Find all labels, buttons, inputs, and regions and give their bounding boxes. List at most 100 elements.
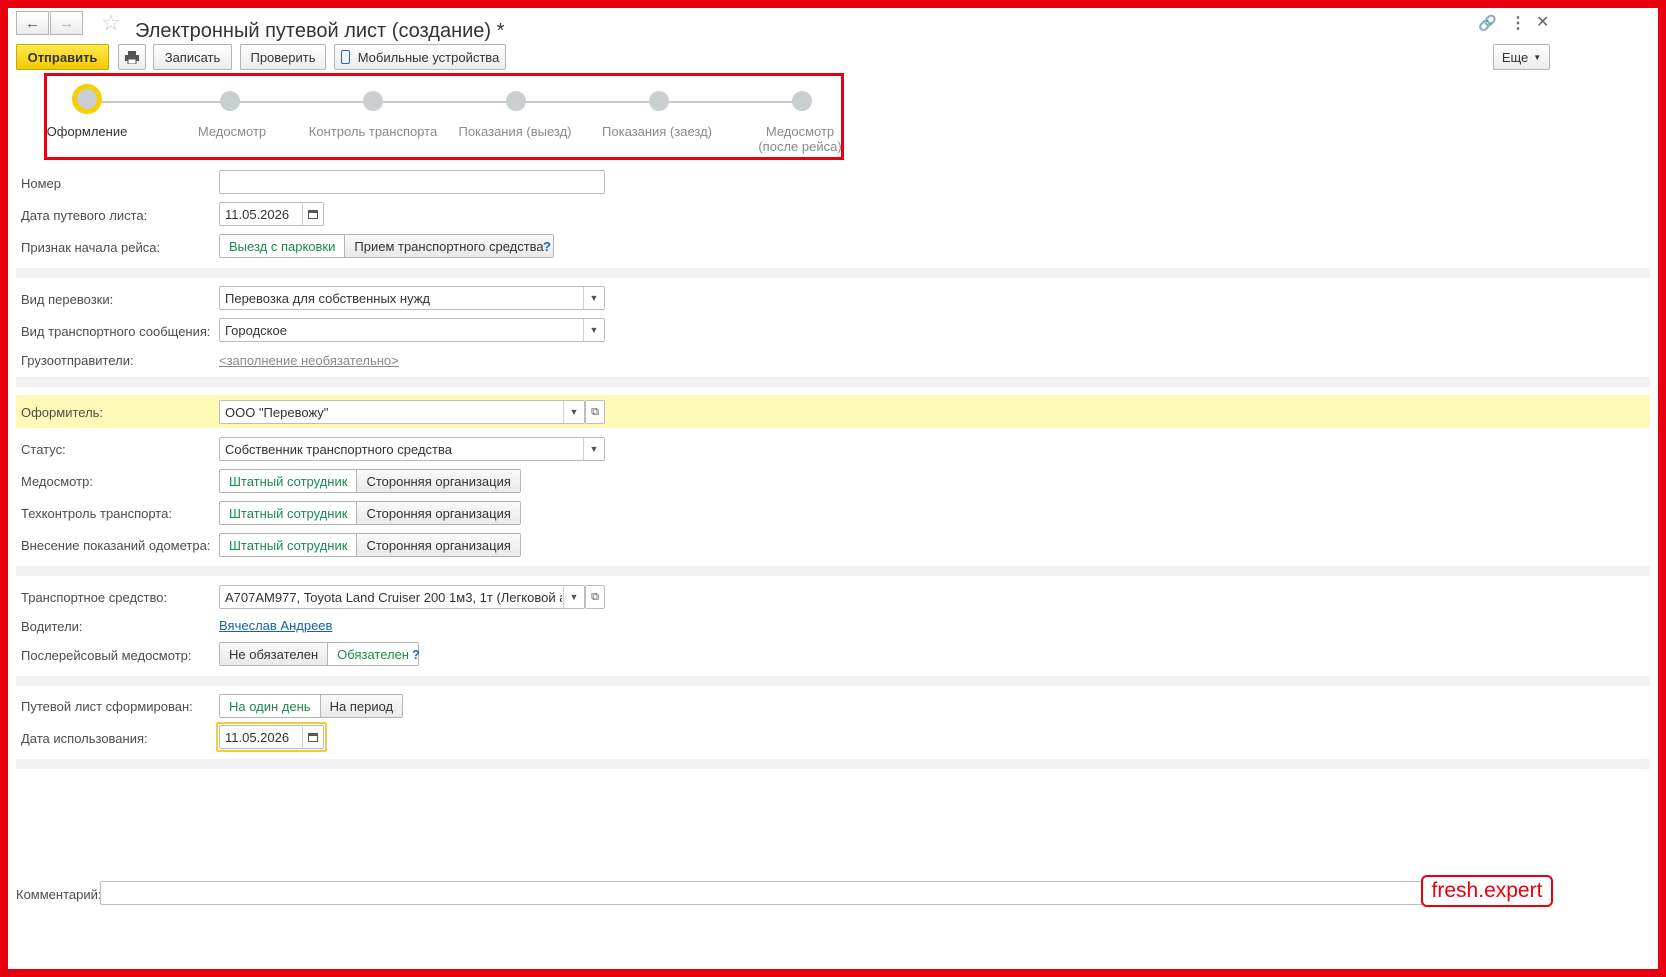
transport-kind-label: Вид транспортного сообщения: (21, 324, 211, 339)
tech-control-toggle: Штатный сотрудник Сторонняя организация (219, 501, 521, 525)
transport-type-label: Вид перевозки: (21, 292, 114, 307)
transport-kind-select[interactable]: Городское ▼ (219, 318, 605, 342)
stage-label-5[interactable]: Показания (заезд) (582, 124, 732, 139)
arrow-right-icon: → (59, 14, 74, 32)
stage-dot-3 (363, 91, 383, 111)
stage-label-1[interactable]: Оформление (12, 124, 162, 139)
stage-label-2[interactable]: Медосмотр (157, 124, 307, 139)
comment-input[interactable] (100, 881, 1550, 905)
favorite-star-icon[interactable]: ☆ (101, 10, 121, 36)
chevron-down-icon[interactable]: ▼ (583, 319, 604, 341)
issuer-value: ООО "Перевожу" (225, 404, 329, 420)
close-icon[interactable]: ✕ (1536, 12, 1549, 32)
mobile-devices-button[interactable]: Мобильные устройства (334, 44, 506, 70)
formed-option-one-day[interactable]: На один день (220, 695, 321, 717)
status-value: Собственник транспортного средства (225, 441, 452, 457)
shippers-link[interactable]: <заполнение необязательно> (219, 353, 399, 368)
medical-option-staff[interactable]: Штатный сотрудник (220, 470, 358, 492)
tech-control-option-external[interactable]: Сторонняя организация (357, 502, 520, 524)
section-separator (16, 377, 1650, 387)
section-separator (16, 268, 1650, 278)
post-medical-option-required[interactable]: Обязателен (328, 643, 418, 665)
more-label: Еще (1501, 49, 1529, 65)
chevron-down-icon[interactable]: ▼ (583, 287, 604, 309)
driver-link[interactable]: Вячеслав Андреев (219, 618, 332, 633)
post-medical-option-not-required[interactable]: Не обязателен (220, 643, 329, 665)
open-window-icon[interactable]: ⧉ (585, 585, 605, 609)
calendar-icon[interactable] (302, 726, 323, 748)
status-label: Статус: (21, 442, 66, 457)
printer-icon (125, 50, 139, 64)
transport-type-select[interactable]: Перевозка для собственных нужд ▼ (219, 286, 605, 310)
stage-dot-4 (506, 91, 526, 111)
stage-dot-6 (792, 91, 812, 111)
forward-button[interactable]: → (50, 11, 83, 35)
save-button[interactable]: Записать (153, 44, 232, 70)
post-medical-label: Послерейсовый медосмотр: (21, 648, 192, 663)
print-button[interactable] (118, 44, 146, 70)
more-vertical-icon[interactable]: ⋮ (1510, 13, 1526, 33)
stage-label-6[interactable]: Медосмотр (после рейса) (725, 124, 875, 154)
page-title: Электронный путевой лист (создание) * (135, 20, 505, 42)
watermark-logo: fresh.expert (1421, 875, 1553, 907)
chevron-down-icon: ▼ (1533, 52, 1542, 62)
calendar-icon[interactable] (302, 203, 323, 225)
trip-start-option-parking[interactable]: Выезд с парковки (220, 235, 346, 257)
date-input[interactable]: 11.05.2026 (219, 202, 324, 226)
trip-start-label: Признак начала рейса: (21, 240, 161, 255)
status-select[interactable]: Собственник транспортного средства ▼ (219, 437, 605, 461)
drivers-label: Водители: (21, 619, 83, 634)
back-button[interactable]: ← (16, 11, 49, 35)
medical-label: Медосмотр: (21, 474, 93, 489)
trip-start-toggle: Выезд с парковки Прием транспортного сре… (219, 234, 554, 258)
stage-dot-5 (649, 91, 669, 111)
send-button[interactable]: Отправить (16, 44, 109, 70)
odometer-toggle: Штатный сотрудник Сторонняя организация (219, 533, 521, 557)
formed-toggle: На один день На период (219, 694, 404, 718)
issuer-label: Оформитель: (21, 405, 104, 420)
date-value: 11.05.2026 (225, 206, 290, 222)
stages-line (90, 101, 805, 103)
post-medical-help-icon[interactable]: ? (412, 647, 420, 662)
section-separator (16, 676, 1650, 686)
vehicle-value: А707АМ977, Toyota Land Cruiser 200 1м3, … (225, 589, 562, 605)
check-button[interactable]: Проверить (240, 44, 326, 70)
stage-label-3[interactable]: Контроль транспорта (298, 124, 448, 139)
vehicle-select[interactable]: А707АМ977, Toyota Land Cruiser 200 1м3, … (219, 585, 585, 609)
medical-toggle: Штатный сотрудник Сторонняя организация (219, 469, 521, 493)
number-label: Номер (21, 176, 62, 191)
transport-type-value: Перевозка для собственных нужд (225, 290, 431, 306)
formed-option-period[interactable]: На период (320, 695, 403, 717)
open-window-icon[interactable]: ⧉ (585, 400, 605, 424)
post-medical-toggle: Не обязателен Обязателен (219, 642, 419, 666)
stage-dot-2 (220, 91, 240, 111)
mobile-devices-label: Мобильные устройства (357, 49, 500, 65)
odometer-option-external[interactable]: Сторонняя организация (357, 534, 520, 556)
medical-option-external[interactable]: Сторонняя организация (357, 470, 520, 492)
chevron-down-icon[interactable]: ▼ (563, 401, 584, 423)
use-date-value: 11.05.2026 (225, 729, 290, 745)
stages-panel: Оформление Медосмотр Контроль транспорта… (44, 73, 844, 160)
app-window: ← → ☆ Электронный путевой лист (создание… (8, 8, 1658, 969)
trip-start-help-icon[interactable]: ? (543, 239, 551, 254)
transport-kind-value: Городское (225, 322, 287, 338)
comment-label: Комментарий: (16, 887, 102, 902)
formed-label: Путевой лист сформирован: (21, 699, 193, 714)
odometer-label: Внесение показаний одометра: (21, 538, 211, 553)
stage-current-dot (72, 84, 102, 114)
chevron-down-icon[interactable]: ▼ (563, 586, 584, 608)
use-date-label: Дата использования: (21, 731, 148, 746)
phone-icon (340, 50, 350, 64)
link-icon[interactable]: 🔗 (1478, 14, 1497, 32)
odometer-option-staff[interactable]: Штатный сотрудник (220, 534, 358, 556)
issuer-select[interactable]: ООО "Перевожу" ▼ (219, 400, 585, 424)
trip-start-option-reception[interactable]: Прием транспортного средства (345, 235, 553, 257)
more-button[interactable]: Еще ▼ (1493, 44, 1550, 70)
chevron-down-icon[interactable]: ▼ (583, 438, 604, 460)
use-date-input[interactable]: 11.05.2026 (219, 725, 324, 749)
number-input[interactable] (219, 170, 605, 194)
tech-control-label: Техконтроль транспорта: (21, 506, 172, 521)
tech-control-option-staff[interactable]: Штатный сотрудник (220, 502, 358, 524)
stage-label-4[interactable]: Показания (выезд) (440, 124, 590, 139)
date-label: Дата путевого листа: (21, 208, 148, 223)
